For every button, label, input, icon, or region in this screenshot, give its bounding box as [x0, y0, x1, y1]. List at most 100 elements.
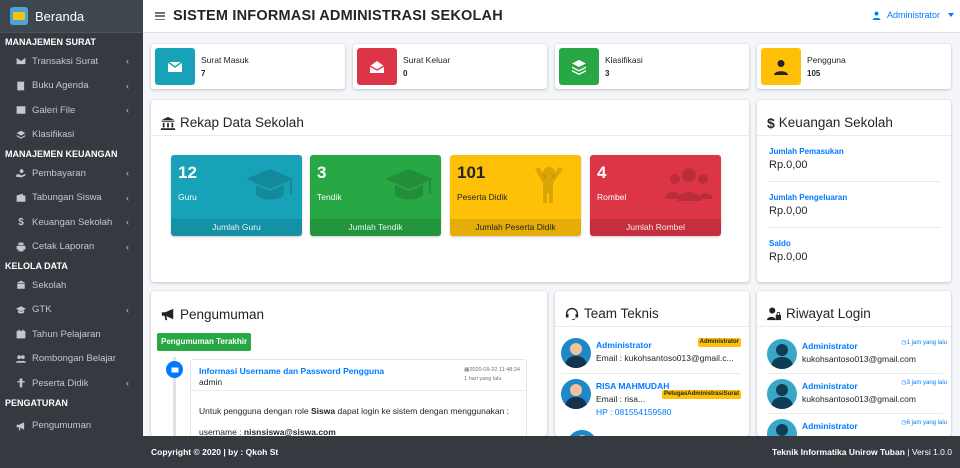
sidebar-item-tabungan-siswa[interactable]: Tabungan Siswa ‹: [0, 186, 143, 211]
body-bold: Siswa: [311, 406, 336, 416]
login-name[interactable]: Administrator: [802, 421, 858, 431]
nav-header-kelola-data: KELOLA DATA: [5, 261, 68, 271]
small-box-footer-link[interactable]: Jumlah Tendik: [310, 219, 441, 236]
small-box-footer-link[interactable]: Jumlah Peserta Didik: [450, 219, 581, 236]
graduation-icon: [16, 305, 26, 315]
team-member: RISA MAHMUDAH PetugasAdministrasiSurat E…: [561, 379, 741, 417]
footer-version: | Versi 1.0.0: [904, 447, 952, 457]
sidebar-item-keuangan-sekolah[interactable]: $ Keuangan Sekolah ‹: [0, 210, 143, 235]
member-name[interactable]: RISA MAHMUDAH: [596, 381, 669, 391]
brand-link[interactable]: Beranda: [0, 0, 143, 33]
user-icon: [761, 48, 801, 85]
envelope-icon: [155, 48, 195, 85]
small-box-label: Peserta Didik: [457, 192, 508, 202]
sidebar-item-klasifikasi[interactable]: Klasifikasi: [0, 123, 143, 148]
announcement-title-link[interactable]: Informasi Username dan Password Pengguna: [199, 366, 384, 376]
sidebar-item-peserta-didik[interactable]: Peserta Didik ‹: [0, 371, 143, 396]
info-box-label: Surat Masuk: [201, 54, 249, 65]
small-box-tendik: 3 Tendik Jumlah Tendik: [310, 155, 441, 236]
graduation-cap-icon: [385, 165, 433, 205]
divider: [191, 390, 526, 391]
keuangan-card: $ Keuangan Sekolah Jumlah Pemasukan Rp.0…: [757, 100, 951, 282]
member-email: Email : kukohsantoso013@gmail.c...: [596, 353, 734, 363]
chevron-left-icon: ‹: [126, 168, 129, 179]
announcement-date: 2020-09-22 11:48:24: [469, 367, 520, 373]
bullhorn-icon: [161, 308, 174, 321]
member-name[interactable]: Administrator: [596, 340, 652, 350]
chevron-left-icon: ‹: [126, 378, 129, 389]
sidebar-item-gtk[interactable]: GTK ‹: [0, 298, 143, 323]
envelope-open-icon: [357, 48, 397, 85]
footer: Copyright © 2020 | by : Qkoh St Teknik I…: [143, 436, 960, 468]
body-bold: nisnsiswa@siswa.com: [243, 427, 336, 436]
small-box-footer-link[interactable]: Jumlah Rombel: [590, 219, 721, 236]
team-title: Team Teknis: [584, 306, 659, 321]
child-icon: [16, 378, 26, 388]
user-menu-dropdown[interactable]: Administrator: [872, 10, 954, 20]
sidebar-item-galeri-file[interactable]: Galeri File ‹: [0, 98, 143, 123]
sidebar: Beranda MANAJEMEN SURAT Transaksi Surat …: [0, 0, 143, 468]
small-box-value: 3: [317, 163, 327, 182]
login-entry: Administrator ◷6 jam yang lalu: [767, 419, 947, 436]
hand-money-icon: [16, 168, 26, 178]
login-entry: Administrator ◷1 jam yang lalu kukohsant…: [767, 339, 947, 375]
fin-label-pemasukan: Jumlah Pemasukan: [769, 147, 844, 156]
sidebar-item-label: Tahun Pelajaran: [32, 328, 101, 340]
role-badge: Administrator: [697, 338, 741, 347]
user-lock-icon: [767, 306, 781, 320]
small-box-label: Guru: [178, 192, 197, 202]
info-box-pengguna: Pengguna 105: [757, 44, 951, 89]
sidebar-item-rombongan-belajar[interactable]: Rombongan Belajar: [0, 347, 143, 372]
divider: [767, 227, 941, 228]
pengumuman-card: Pengumuman Pengumuman Terakhir Informasi…: [151, 291, 547, 436]
riwayat-login-card: Riwayat Login Administrator ◷1 jam yang …: [757, 291, 951, 436]
sidebar-item-label: Galeri File: [32, 104, 76, 116]
sidebar-item-label: Pengumuman: [32, 420, 92, 432]
print-icon: [16, 242, 26, 252]
login-entry: Administrator ◷3 jam yang lalu kukohsant…: [767, 379, 947, 415]
sidebar-item-label: Tabungan Siswa: [32, 192, 102, 204]
chevron-left-icon: ‹: [126, 241, 129, 252]
announcement-ago: 1 hari yang lalu: [464, 376, 502, 382]
sidebar-item-label: Peserta Didik: [32, 377, 89, 389]
fin-value-saldo: Rp.0,00: [769, 251, 808, 263]
info-box-value: 3: [605, 68, 610, 78]
bullhorn-icon: [16, 421, 26, 431]
sidebar-item-cetak-laporan[interactable]: Cetak Laporan ‹: [0, 235, 143, 260]
sidebar-item-transaksi-surat[interactable]: Transaksi Surat ‹: [0, 49, 143, 74]
school-icon: [161, 116, 175, 130]
sidebar-item-tahun-pelajaran[interactable]: Tahun Pelajaran: [0, 322, 143, 347]
small-box-label: Tendik: [317, 192, 342, 202]
sidebar-item-pengumuman[interactable]: Pengumuman: [0, 414, 143, 439]
sidebar-item-pembayaran[interactable]: Pembayaran ‹: [0, 161, 143, 186]
rekap-title: Rekap Data Sekolah: [180, 115, 304, 130]
info-box-value: 7: [201, 68, 206, 78]
chevron-left-icon: ‹: [126, 192, 129, 203]
sidebar-item-label: Transaksi Surat: [32, 55, 99, 67]
menu-toggle-icon[interactable]: [155, 12, 165, 20]
small-box-value: 4: [597, 163, 607, 182]
user-menu-label: Administrator: [886, 10, 940, 20]
login-name[interactable]: Administrator: [802, 381, 858, 391]
login-name[interactable]: Administrator: [802, 341, 858, 351]
avatar: [561, 379, 591, 409]
book-icon: [16, 81, 26, 91]
layers-icon: [16, 130, 26, 140]
small-box-value: 101: [457, 163, 486, 182]
role-badge: PetugasAdministrasiSurat: [661, 390, 741, 399]
chevron-left-icon: ‹: [126, 217, 129, 228]
login-time: ◷3 jam yang lalu: [901, 379, 947, 386]
chevron-left-icon: ‹: [126, 105, 129, 116]
card-title: Riwayat Login: [757, 291, 951, 327]
small-box-footer-link[interactable]: Jumlah Guru: [171, 219, 302, 236]
sidebar-item-label: Buku Agenda: [32, 80, 89, 92]
sidebar-item-sekolah[interactable]: Sekolah: [0, 273, 143, 298]
nav-header-manajemen-keuangan: MANAJEMEN KEUANGAN: [5, 149, 118, 159]
layers-icon: [559, 48, 599, 85]
info-box-value: 0: [403, 68, 408, 78]
envelope-icon: [166, 361, 183, 378]
card-title: Pengumuman: [151, 291, 547, 327]
sidebar-item-buku-agenda[interactable]: Buku Agenda ‹: [0, 74, 143, 99]
divider: [767, 181, 941, 182]
fin-value-pemasukan: Rp.0,00: [769, 159, 808, 171]
